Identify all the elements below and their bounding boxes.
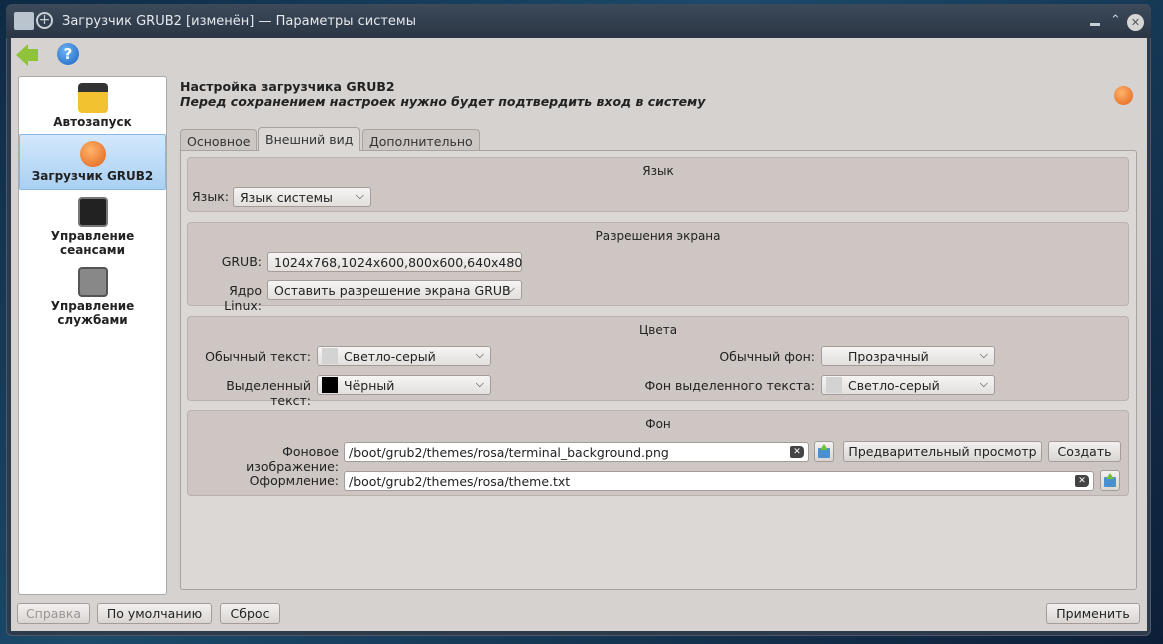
defaults-button[interactable]: По умолчанию [97,603,212,624]
clear-icon[interactable]: ✕ [1075,475,1089,487]
browse-image-button[interactable] [814,441,834,462]
page-subtitle: Перед сохранением настроек нужно будет п… [180,94,706,109]
color-swatch [826,348,842,364]
autostart-icon [77,83,108,113]
highlight-bg-color-select[interactable]: Светло-серый ⌵ [821,375,995,395]
input-value: /boot/grub2/themes/rosa/theme.txt [349,474,571,489]
language-select[interactable]: Язык системы ⌵ [233,187,371,207]
input-value: /boot/grub2/themes/rosa/terminal_backgro… [349,445,669,460]
help-menu-icon[interactable]: ? [57,43,79,65]
tab-advanced[interactable]: Дополнительно [362,129,480,151]
group-title: Разрешения экрана [595,229,721,243]
close-icon[interactable]: ✕ [1127,14,1144,31]
chevron-down-icon: ⌵ [979,377,988,390]
linux-resolution-label: Ядро Linux: [224,283,262,313]
window-title: Загрузчик GRUB2 [изменён] — Параметры си… [62,14,416,29]
selected-value: Оставить разрешение экрана GRUB [274,283,511,298]
selected-value: Светло-серый [848,378,940,393]
page-title: Настройка загрузчика GRUB2 [180,79,395,94]
chevron-down-icon: ⌵ [475,348,484,361]
linux-resolution-select[interactable]: Оставить разрешение экрана GRUB ⌵ [267,280,522,300]
grub-icon [79,141,106,167]
grub-resolution-select[interactable]: 1024x768,1024x600,800x600,640x480 ⌵ [267,252,522,272]
chevron-down-icon: ⌵ [355,189,364,202]
highlight-bg-label: Фон выделенного текста: [644,378,815,393]
grub-resolution-label: GRUB: [221,254,262,269]
upload-arrow-icon [1106,473,1114,479]
sessions-icon [77,197,108,227]
tab-appearance[interactable]: Внешний вид [258,127,361,151]
chevron-down-icon: ⌵ [506,282,515,295]
grub-status-icon [1114,86,1133,105]
sidebar-item-label: Автозапуск [53,115,132,129]
selected-value: Светло-серый [344,349,436,364]
tab-basic[interactable]: Основное [180,129,258,151]
clear-icon[interactable]: ✕ [790,446,804,458]
sidebar-item-label: Управление сеансами [50,229,135,257]
theme-input[interactable]: /boot/grub2/themes/rosa/theme.txt ✕ [344,471,1094,491]
highlight-text-color-select[interactable]: Чёрный ⌵ [317,375,491,395]
sidebar-item-label: Загрузчик GRUB2 [31,169,154,183]
group-title: Цвета [638,323,678,337]
sidebar-item-grub2[interactable]: Загрузчик GRUB2 [19,134,166,190]
normal-text-color-select[interactable]: Светло-серый ⌵ [317,346,491,366]
apply-button[interactable]: Применить [1046,603,1140,624]
reset-button[interactable]: Сброс [220,603,280,624]
color-swatch [826,377,842,393]
selected-value: Язык системы [240,190,333,205]
chevron-down-icon: ⌵ [475,377,484,390]
selected-value: Чёрный [344,378,395,393]
maximize-icon[interactable]: ⌃ [1110,13,1121,28]
pin-icon[interactable]: + [36,12,53,29]
normal-text-label: Обычный текст: [205,349,311,364]
color-swatch [322,377,338,393]
create-button[interactable]: Создать [1048,441,1121,462]
back-icon-tail [27,49,38,61]
upload-arrow-icon [820,444,828,450]
selected-value: 1024x768,1024x600,800x600,640x480 [274,255,523,270]
selected-value: Прозрачный [848,349,929,364]
theme-label: Оформление: [249,473,339,488]
sidebar-item-autostart[interactable]: Автозапуск [19,83,166,135]
highlight-text-label: Выделенный текст: [226,378,311,408]
sidebar-item-sessions[interactable]: Управление сеансами [19,195,166,261]
background-image-input[interactable]: /boot/grub2/themes/rosa/terminal_backgro… [344,442,809,462]
preview-button[interactable]: Предварительный просмотр [843,441,1042,462]
help-button[interactable]: Справка [17,603,90,624]
group-title: Фон [645,417,671,431]
language-label: Язык: [192,189,229,204]
services-icon [77,267,108,297]
normal-bg-label: Обычный фон: [719,349,815,364]
app-icon [14,12,34,30]
background-image-label: Фоновое изображение: [246,444,339,474]
sidebar: Автозапуск Загрузчик GRUB2 Управление се… [18,76,167,595]
chevron-down-icon: ⌵ [979,348,988,361]
browse-theme-button[interactable] [1100,470,1120,491]
minimize-icon[interactable] [1090,23,1100,26]
chevron-down-icon: ⌵ [506,254,515,267]
sidebar-item-services[interactable]: Управление службами [19,267,166,333]
normal-bg-color-select[interactable]: Прозрачный ⌵ [821,346,995,366]
sidebar-item-label: Управление службами [50,299,135,327]
color-swatch [322,348,338,364]
group-title: Язык [642,164,674,178]
